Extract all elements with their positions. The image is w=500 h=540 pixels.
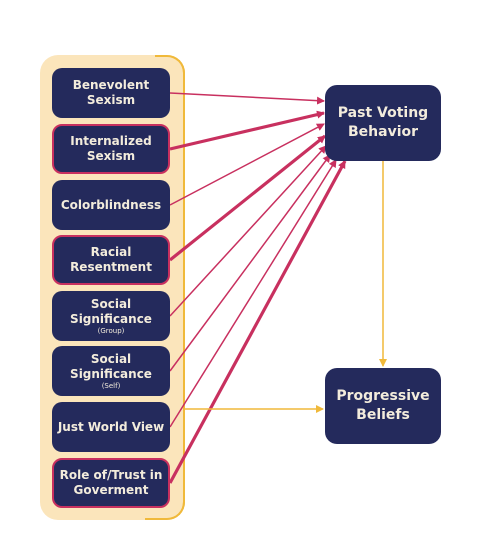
node-label: Significance [70, 311, 152, 326]
node-label: Progressive [336, 388, 430, 404]
social-significance-self-node: Social Significance (Self) [52, 346, 170, 396]
node-label: Internalized [70, 134, 152, 148]
node-label: Role of/Trust in [59, 468, 163, 482]
edge-just-world-view-to-past-voting-behavior [169, 159, 337, 428]
node-label: Significance [70, 366, 152, 381]
just-world-view-node: Just World View [52, 402, 170, 452]
node-sublabel: (Self) [101, 381, 121, 390]
node-label: Racial [90, 245, 132, 259]
progressive-beliefs-node: Progressive Beliefs [325, 368, 441, 444]
benevolent-sexism-node: Benevolent Sexism [52, 68, 170, 118]
node-label: Social [90, 296, 132, 311]
past-voting-behavior-node: Past Voting Behavior [325, 85, 441, 161]
node-label: Beliefs [356, 407, 410, 423]
node-label: Sexism [86, 93, 136, 107]
node-sublabel: (Group) [97, 326, 125, 335]
social-significance-group-node: Social Significance (Group) [52, 291, 170, 341]
node-label: Just World View [57, 419, 165, 434]
node-label: Goverment [73, 483, 149, 497]
edge-benevolent-sexism-to-past-voting-behavior [169, 92, 325, 105]
node-label: Past Voting [337, 105, 429, 121]
edge-colorblindness-to-past-voting-behavior [169, 123, 325, 206]
edge-social-significance-group-to-past-voting-behavior [169, 145, 327, 317]
role-trust-government-node: Role of/Trust in Goverment [52, 458, 170, 508]
colorblindness-node: Colorblindness [52, 180, 170, 230]
node-label: Benevolent [72, 78, 150, 92]
node-label: Sexism [86, 149, 136, 163]
node-label: Social [90, 351, 132, 366]
node-label: Behavior [347, 124, 419, 140]
node-label: Resentment [70, 260, 152, 274]
node-label: Colorblindness [60, 197, 162, 212]
internalized-sexism-node: Internalized Sexism [52, 124, 170, 174]
edge-role-trust-government-to-past-voting-behavior [168, 160, 347, 484]
racial-resentment-node: Racial Resentment [52, 235, 170, 285]
edge-internalized-sexism-to-past-voting-behavior [169, 110, 325, 151]
